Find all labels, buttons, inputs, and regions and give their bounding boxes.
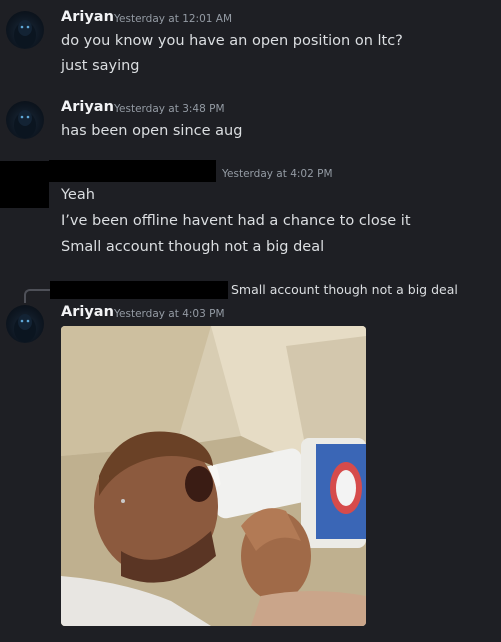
message-timestamp: Yesterday at 12:01 AM (114, 13, 233, 25)
message-text: do you know you have an open position on… (61, 33, 403, 49)
message-text: has been open since aug (61, 123, 243, 139)
message-timestamp: Yesterday at 4:02 PM (222, 168, 333, 180)
message-author[interactable]: Ariyan (61, 304, 114, 320)
message-text: Small account though not a big deal (61, 239, 325, 255)
attachment-image (61, 326, 366, 626)
redacted-avatar (0, 161, 49, 208)
message-author[interactable]: Ariyan (61, 9, 114, 25)
message-timestamp: Yesterday at 3:48 PM (114, 103, 225, 115)
image-attachment[interactable] (61, 326, 366, 626)
message-text: just saying (61, 58, 140, 74)
avatar-image (14, 20, 36, 48)
avatar-image (14, 110, 36, 138)
redacted-reply-author (50, 281, 228, 299)
reply-spine (24, 289, 52, 303)
avatar[interactable] (6, 305, 44, 343)
message-timestamp: Yesterday at 4:03 PM (114, 308, 225, 320)
avatar[interactable] (6, 11, 44, 49)
message-author[interactable]: Ariyan (61, 99, 114, 115)
avatar-image (14, 314, 36, 342)
reply-preview[interactable]: Small account though not a big deal (231, 282, 458, 297)
message-text: I’ve been offline havent had a chance to… (61, 213, 411, 229)
message-text: Yeah (61, 187, 95, 203)
avatar[interactable] (6, 101, 44, 139)
redacted-username (49, 160, 216, 182)
